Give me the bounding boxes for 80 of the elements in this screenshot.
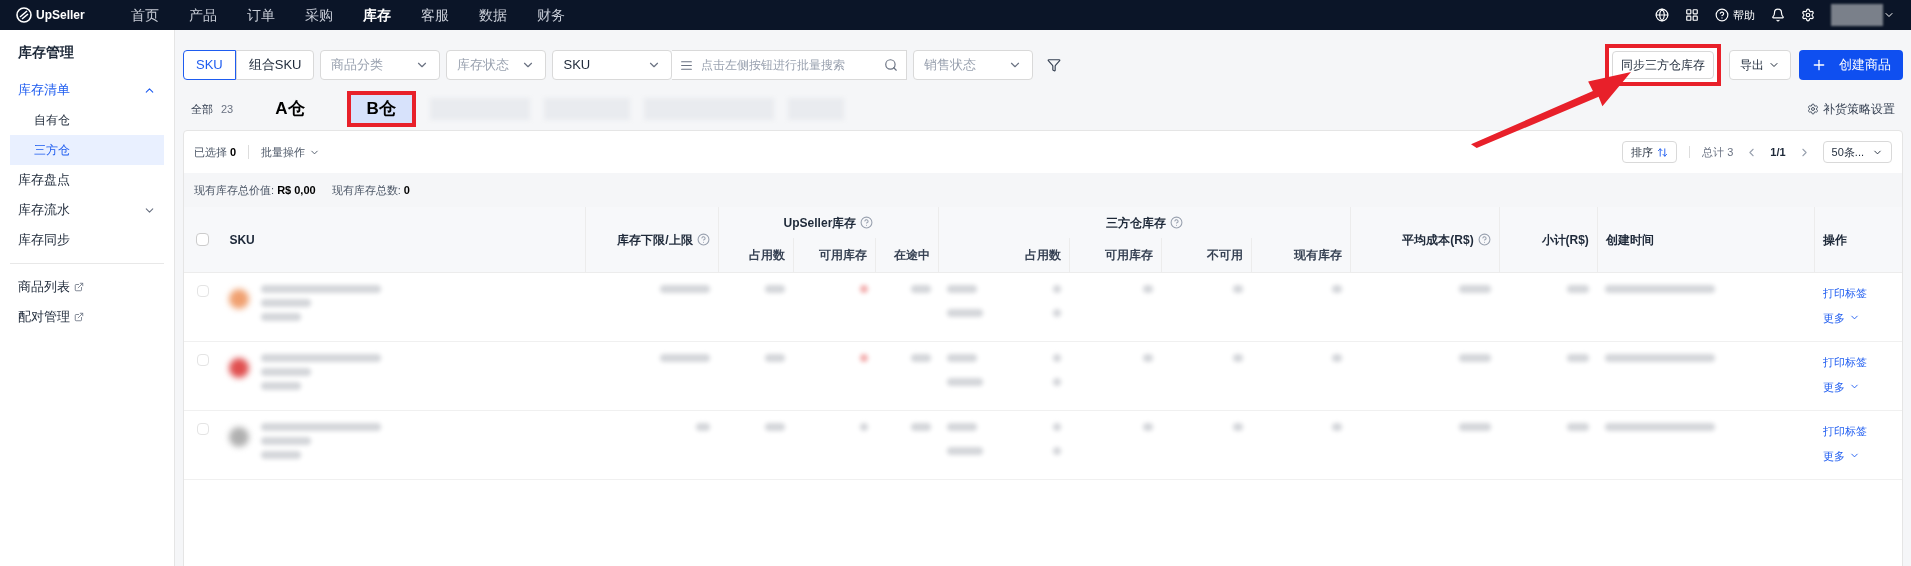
help-link[interactable]: 帮助 [1733, 6, 1755, 24]
nav-item[interactable]: 首页 [116, 4, 174, 26]
bell-icon[interactable] [1771, 8, 1785, 22]
annotation-label: A仓 [274, 98, 306, 121]
plus-icon [1811, 57, 1827, 73]
nav-item[interactable]: 财务 [522, 4, 580, 26]
column-header: 在途中 [894, 248, 931, 262]
row-checkbox[interactable] [196, 354, 209, 366]
sidebar-link[interactable]: 配对管理 [10, 302, 164, 332]
sidebar-item[interactable]: 库存清单 [10, 75, 164, 105]
nav-item[interactable]: 订单 [232, 4, 290, 26]
sidebar-title: 库存管理 [17, 43, 75, 62]
column-header: 可用库存 [819, 248, 868, 262]
column-header: UpSeller库存 [783, 214, 857, 232]
more-dropdown[interactable]: 更多 [1822, 378, 1860, 395]
sidebar-subitem[interactable]: 三方仓 [10, 135, 164, 165]
gear-icon [1807, 103, 1819, 115]
column-header: 占用数 [1024, 248, 1061, 262]
column-header: 占用数 [748, 248, 785, 262]
external-link-icon [74, 312, 84, 322]
help-icon [860, 216, 874, 229]
summary-text: 现有库存总价值: R$ 0,00 [194, 182, 316, 198]
create-product-button[interactable]: 创建商品 [1799, 50, 1903, 80]
sort-button[interactable]: 排序 [1622, 141, 1678, 163]
globe-icon[interactable] [1655, 8, 1669, 22]
column-header: 不可用 [1206, 248, 1243, 262]
sidebar-link[interactable]: 商品列表 [10, 272, 164, 302]
column-header: 小计(R$) [1541, 232, 1589, 247]
total-count: 总计 3 [1702, 144, 1734, 160]
list-icon[interactable] [680, 58, 694, 72]
sync-button[interactable]: 同步三方仓库存 [1612, 51, 1714, 79]
column-header: 现有库存 [1294, 248, 1342, 262]
filter-icon[interactable] [1047, 58, 1062, 72]
print-label-link[interactable]: 打印标签 [1822, 285, 1867, 302]
print-label-link[interactable]: 打印标签 [1822, 423, 1867, 440]
batch-action-dropdown[interactable]: 批量操作 [261, 143, 321, 161]
page-size-select[interactable]: 50条... [1822, 141, 1892, 163]
column-header: 三方仓库存 [1106, 214, 1167, 232]
row-checkbox[interactable] [196, 285, 209, 297]
sidebar-subitem[interactable]: 自有仓 [10, 105, 164, 135]
help-icon[interactable] [1715, 8, 1729, 22]
nav-item[interactable]: 库存 [348, 4, 406, 26]
settings-icon[interactable] [1801, 8, 1815, 22]
column-header: 库存下限/上限 [617, 231, 693, 249]
export-button[interactable]: 导出 [1729, 50, 1791, 80]
logo-icon [16, 7, 32, 23]
nav-item[interactable]: 数据 [464, 4, 522, 26]
apps-icon[interactable] [1685, 8, 1699, 22]
help-icon [1170, 216, 1184, 229]
replenish-settings-link[interactable]: 补货策略设置 [1823, 100, 1895, 118]
sku-toggle[interactable]: 组合SKU [235, 50, 315, 80]
help-icon [1477, 233, 1491, 246]
column-header: 操作 [1823, 232, 1848, 247]
sidebar-item[interactable]: 库存流水 [10, 195, 164, 225]
help-icon [696, 233, 710, 246]
search-type-select[interactable]: SKU [552, 50, 673, 80]
row-checkbox[interactable] [196, 423, 209, 435]
external-link-icon [74, 282, 84, 292]
more-dropdown[interactable]: 更多 [1822, 447, 1860, 464]
selected-count: 已选择 0 [194, 144, 237, 160]
nav-item[interactable]: 产品 [174, 4, 232, 26]
print-label-link[interactable]: 打印标签 [1822, 354, 1867, 371]
column-header: 可用库存 [1104, 248, 1153, 262]
logo-text: UpSeller [36, 7, 85, 24]
sort-icon [1657, 146, 1669, 158]
column-header: SKU [229, 232, 255, 247]
column-header: 平均成本(R$) [1402, 231, 1474, 249]
sidebar-item[interactable]: 库存盘点 [10, 165, 164, 195]
search-icon[interactable] [884, 58, 899, 72]
more-dropdown[interactable]: 更多 [1822, 309, 1860, 326]
sku-toggle[interactable]: SKU [183, 50, 236, 80]
nav-item[interactable]: 采购 [290, 4, 348, 26]
sidebar-item[interactable]: 库存同步 [10, 225, 164, 255]
warehouse-tab[interactable]: 全部 23 [191, 100, 234, 118]
select-all-checkbox[interactable] [196, 233, 210, 246]
annotation-label: B仓 [346, 91, 416, 127]
summary-text: 现有库存总数: 0 [331, 182, 410, 198]
column-header: 创建时间 [1605, 232, 1654, 247]
page-indicator: 1/1 [1770, 144, 1786, 160]
nav-item[interactable]: 客服 [406, 4, 464, 26]
